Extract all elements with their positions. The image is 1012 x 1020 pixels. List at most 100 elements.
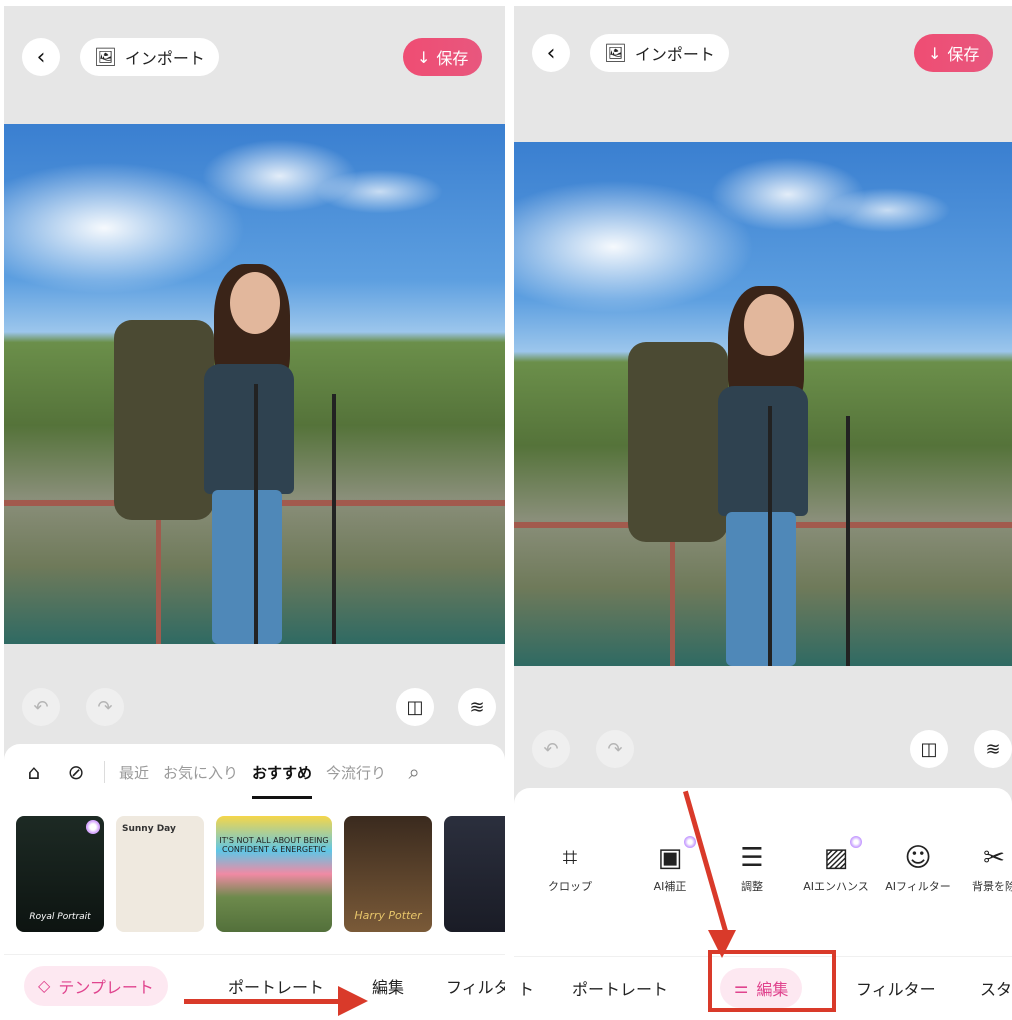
image-import-icon: 🖼 <box>94 46 117 68</box>
premium-icon <box>86 820 100 834</box>
layers-icon: ◇ <box>38 976 51 995</box>
tool-label: 調整 <box>741 880 763 893</box>
back-button[interactable]: ‹ <box>532 34 570 72</box>
import-button[interactable]: 🖼 インポート <box>590 34 729 72</box>
tool-remove-bg[interactable]: ✂ 背景を除 <box>954 838 1012 894</box>
jacket <box>204 364 294 494</box>
annotation-arrow-head <box>338 986 368 1016</box>
edit-photo[interactable] <box>514 142 1012 666</box>
nav-tab-filter[interactable]: フィルタ <box>446 974 505 998</box>
compare-icon: ◫ <box>920 738 938 760</box>
nav-tab-template[interactable]: ◇ テンプレート <box>24 965 168 1006</box>
person <box>618 276 868 666</box>
edit-photo[interactable] <box>4 124 505 644</box>
compare-icon: ◫ <box>406 696 424 718</box>
nav-tab-portrait[interactable]: ポートレート <box>572 976 668 1000</box>
template-caption: Royal Portrait <box>29 912 91 922</box>
annotation-arrow <box>184 999 342 1004</box>
trekking-pole <box>332 394 336 644</box>
trekking-pole <box>254 384 258 644</box>
tool-label: AIフィルター <box>885 880 951 893</box>
undo-button[interactable]: ↶ <box>532 730 570 768</box>
trekking-pole <box>846 416 850 666</box>
store-icon[interactable]: ⌂ <box>20 760 48 784</box>
nav-tab-portrait[interactable]: ポートレート <box>228 974 324 998</box>
tool-ai-enhance[interactable]: ▨ AIエンハンス <box>796 836 876 894</box>
arrow-down-icon: ↓ <box>417 47 431 67</box>
undo-icon: ↶ <box>33 696 49 718</box>
template-panel: ⌂ ⊘ 最近 お気に入り おすすめ 今流行り ⌕ Royal Portrait … <box>4 744 505 1020</box>
sliders-icon: ☰ <box>740 843 764 873</box>
template-thumb[interactable]: IT'S NOT ALL ABOUT BEING CONFIDENT & ENE… <box>216 816 332 932</box>
tool-label: 背景を除 <box>972 880 1012 893</box>
none-icon[interactable]: ⊘ <box>62 760 90 784</box>
scissors-icon: ✂ <box>983 843 1005 873</box>
face <box>230 272 280 334</box>
redo-icon: ↷ <box>97 696 113 718</box>
template-caption: Harry Potter <box>354 909 422 922</box>
save-button[interactable]: ↓ 保存 <box>914 34 994 72</box>
chevron-left-icon: ‹ <box>36 44 46 70</box>
undo-button[interactable]: ↶ <box>22 688 60 726</box>
layers-icon: ≋ <box>469 696 485 718</box>
compare-button[interactable]: ◫ <box>396 688 434 726</box>
tool-label: AIエンハンス <box>803 880 869 893</box>
save-label: 保存 <box>947 45 980 64</box>
face <box>744 294 794 356</box>
image-import-icon: 🖼 <box>604 42 627 64</box>
category-tabs: ⌂ ⊘ 最近 お気に入り おすすめ 今流行り ⌕ <box>4 744 505 800</box>
template-thumb[interactable]: Royal Portrait <box>16 816 104 932</box>
tab-recommended[interactable]: おすすめ <box>252 762 313 799</box>
divider <box>104 761 105 783</box>
template-thumb[interactable]: Sunny Day <box>116 816 204 932</box>
face-ai-icon: ☺ <box>904 843 932 873</box>
template-thumb[interactable]: Harry Potter <box>344 816 432 932</box>
undo-icon: ↶ <box>543 738 559 760</box>
nav-tab-filter[interactable]: フィルター <box>856 976 936 1000</box>
redo-button[interactable]: ↷ <box>596 730 634 768</box>
right-screen: ‹ 🖼 インポート ↓ 保存 ↶ ↷ ◫ ≋ ⌗ クロップ ▣ AI補正 ☰ 調… <box>514 6 1012 1020</box>
save-button[interactable]: ↓ 保存 <box>403 38 483 76</box>
enhance-icon: ▨ <box>823 843 849 873</box>
layers-button[interactable]: ≋ <box>974 730 1012 768</box>
nav-label: テンプレート <box>58 977 154 997</box>
template-caption: Sunny Day <box>122 824 176 834</box>
jeans <box>726 512 796 666</box>
chevron-left-icon: ‹ <box>546 40 556 66</box>
jacket <box>718 386 808 516</box>
layers-button[interactable]: ≋ <box>458 688 496 726</box>
arrow-down-icon: ↓ <box>928 43 942 63</box>
premium-icon <box>684 836 696 848</box>
tool-ai-filter[interactable]: ☺ AIフィルター <box>878 838 958 894</box>
redo-icon: ↷ <box>607 738 623 760</box>
tool-label: クロップ <box>548 880 592 893</box>
import-label: インポート <box>124 49 205 68</box>
save-label: 保存 <box>436 49 469 68</box>
crop-icon: ⌗ <box>562 843 578 873</box>
import-label: インポート <box>634 45 715 64</box>
tool-label: AI補正 <box>653 880 687 893</box>
nav-tab-edit[interactable]: 編集 <box>372 974 404 998</box>
nav-tab-style[interactable]: スタ <box>980 976 1012 1000</box>
trekking-pole <box>768 406 772 666</box>
nav-tab-template[interactable]: ト <box>518 976 534 1000</box>
back-button[interactable]: ‹ <box>22 38 60 76</box>
template-caption: IT'S NOT ALL ABOUT BEING CONFIDENT & ENE… <box>219 836 329 854</box>
import-button[interactable]: 🖼 インポート <box>80 38 219 76</box>
tool-row: ⌗ クロップ ▣ AI補正 ☰ 調整 ▨ AIエンハンス ☺ AIフィルター ✂… <box>514 836 1012 908</box>
tool-adjust[interactable]: ☰ 調整 <box>712 838 792 894</box>
redo-button[interactable]: ↷ <box>86 688 124 726</box>
template-thumb[interactable] <box>444 816 505 932</box>
tab-recent[interactable]: 最近 <box>119 762 149 783</box>
template-thumbnails: Royal Portrait Sunny Day IT'S NOT ALL AB… <box>16 816 505 932</box>
tool-crop[interactable]: ⌗ クロップ <box>530 838 610 894</box>
compare-button[interactable]: ◫ <box>910 730 948 768</box>
backpack <box>114 320 214 520</box>
tab-favorites[interactable]: お気に入り <box>163 762 238 783</box>
jeans <box>212 490 282 644</box>
backpack <box>628 342 728 542</box>
tab-trending[interactable]: 今流行り <box>326 762 386 783</box>
person <box>104 254 354 644</box>
search-icon[interactable]: ⌕ <box>400 760 428 784</box>
bottom-nav: ◇ テンプレート ポートレート 編集 フィルタ <box>4 954 505 1016</box>
